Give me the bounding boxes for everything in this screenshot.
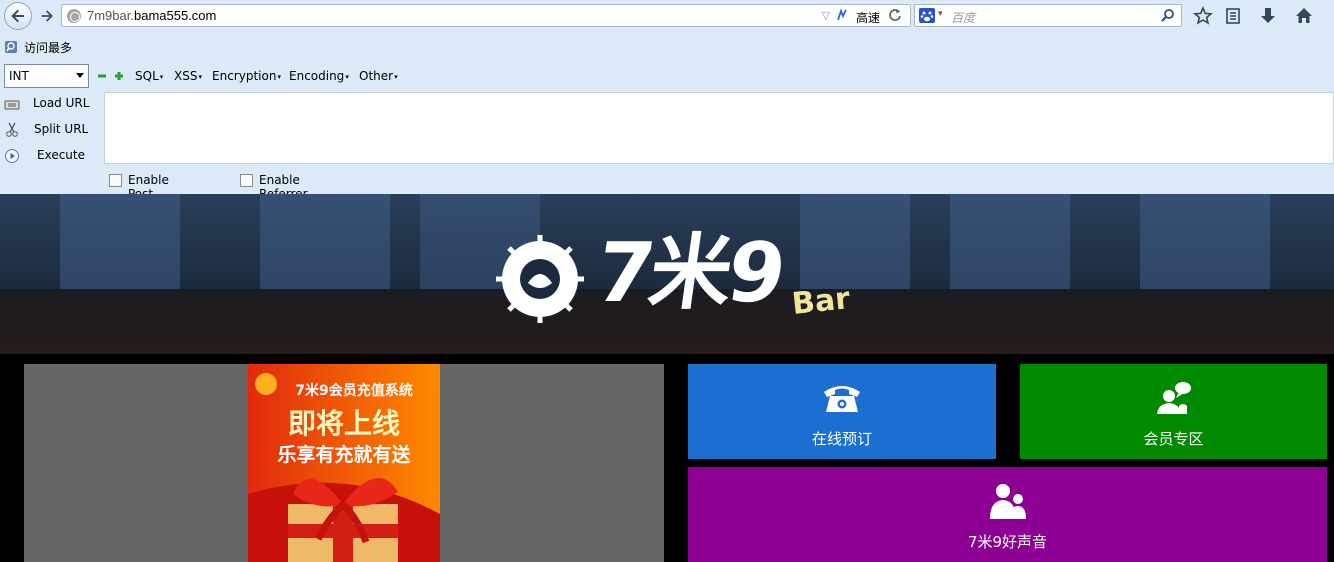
most-visited-link[interactable]: 访问最多 xyxy=(24,39,72,56)
search-engine-dropdown-icon[interactable]: ▾ xyxy=(938,9,943,19)
logo-sub-text: Bar xyxy=(790,281,852,322)
minus-icon[interactable] xyxy=(98,72,106,80)
plus-icon[interactable] xyxy=(115,72,123,80)
play-icon xyxy=(5,149,19,163)
hackbar-toolbar: INT SQL XSS Encryption Encoding Other xyxy=(0,62,1334,90)
other-menu[interactable]: Other xyxy=(359,69,398,83)
encoding-menu[interactable]: Encoding xyxy=(289,69,349,83)
online-booking-tile[interactable]: 在线预订 xyxy=(688,364,996,459)
globe-icon xyxy=(67,8,81,23)
browser-chrome: 7m9bar.bama555.com ▽ 高速 ▾ 百度 访问最多 INT SQ… xyxy=(0,0,1334,215)
scissors-icon xyxy=(6,122,18,137)
promo-line-3: 乐享有充就有送 xyxy=(277,444,411,466)
int-select[interactable]: INT xyxy=(4,64,89,88)
search-bar[interactable]: ▾ 百度 xyxy=(914,4,1182,27)
encryption-menu[interactable]: Encryption xyxy=(212,69,281,83)
main-content: 7米9会员充值系统 即将上线 乐享有充就有送 在线预订 会员专区 7米9好声音 xyxy=(0,354,1334,562)
gear-logo xyxy=(496,235,584,323)
speed-mode-label[interactable]: 高速 xyxy=(856,9,880,26)
navigation-toolbar: 7m9bar.bama555.com ▽ 高速 ▾ 百度 xyxy=(0,0,1334,32)
back-button[interactable] xyxy=(4,2,32,30)
header-banner: 7米9 Bar xyxy=(0,194,1334,354)
referrer-checkbox[interactable] xyxy=(240,174,253,187)
forward-arrow-icon xyxy=(41,10,53,22)
url-subdomain: 7m9bar. xyxy=(87,8,134,23)
int-select-value: INT xyxy=(9,69,29,83)
url-text[interactable]: 7m9bar.bama555.com xyxy=(87,8,216,23)
execute-button[interactable]: Execute xyxy=(0,144,104,168)
url-history-dropdown-icon[interactable]: ▽ xyxy=(822,9,830,22)
promo-line-2: 即将上线 xyxy=(287,407,400,440)
load-url-button[interactable]: Load URL xyxy=(0,92,104,116)
load-url-icon xyxy=(4,100,20,110)
member-chat-icon xyxy=(1156,382,1191,414)
search-icon[interactable] xyxy=(1161,8,1175,22)
forward-button[interactable] xyxy=(36,3,58,29)
promo-image[interactable]: 7米9会员充值系统 即将上线 乐享有充就有送 xyxy=(248,364,440,562)
url-domain: bama555.com xyxy=(133,8,217,23)
split-url-button[interactable]: Split URL xyxy=(0,118,104,142)
xss-menu[interactable]: XSS xyxy=(174,69,202,83)
search-input[interactable]: 百度 xyxy=(951,9,975,26)
url-bar[interactable]: 7m9bar.bama555.com ▽ 高速 xyxy=(61,4,911,27)
reload-icon[interactable] xyxy=(888,8,902,22)
back-arrow-icon xyxy=(11,9,24,23)
telephone-icon xyxy=(824,386,860,412)
downloads-icon[interactable] xyxy=(1257,5,1279,27)
good-voice-tile[interactable]: 7米9好声音 xyxy=(688,467,1327,562)
split-url-label: Split URL xyxy=(34,122,89,136)
bookmarks-toolbar: 访问最多 xyxy=(0,36,72,58)
chevron-down-icon xyxy=(76,73,84,78)
logo-main-text: 7米9 xyxy=(590,226,788,321)
load-url-label: Load URL xyxy=(33,96,90,110)
member-zone-tile[interactable]: 会员专区 xyxy=(1020,364,1327,459)
sql-menu[interactable]: SQL xyxy=(135,69,163,83)
hackbar-url-textarea[interactable] xyxy=(104,92,1334,164)
good-voice-label: 7米9好声音 xyxy=(967,533,1048,551)
post-data-checkbox[interactable] xyxy=(109,174,122,187)
member-zone-label: 会员专区 xyxy=(1143,430,1204,448)
execute-label: Execute xyxy=(37,148,85,162)
people-icon xyxy=(989,484,1026,519)
promo-line-1: 7米9会员充值系统 xyxy=(295,383,413,399)
bookmarks-list-icon[interactable] xyxy=(1222,5,1244,27)
bookmark-star-icon[interactable] xyxy=(1192,5,1214,27)
promo-panel: 7米9会员充值系统 即将上线 乐享有充就有送 xyxy=(24,364,664,562)
online-booking-label: 在线预订 xyxy=(811,430,872,448)
speed-lightning-icon[interactable] xyxy=(836,8,848,22)
home-icon[interactable] xyxy=(1293,5,1315,27)
baidu-paw-icon[interactable] xyxy=(919,8,935,23)
most-visited-icon xyxy=(5,41,17,53)
